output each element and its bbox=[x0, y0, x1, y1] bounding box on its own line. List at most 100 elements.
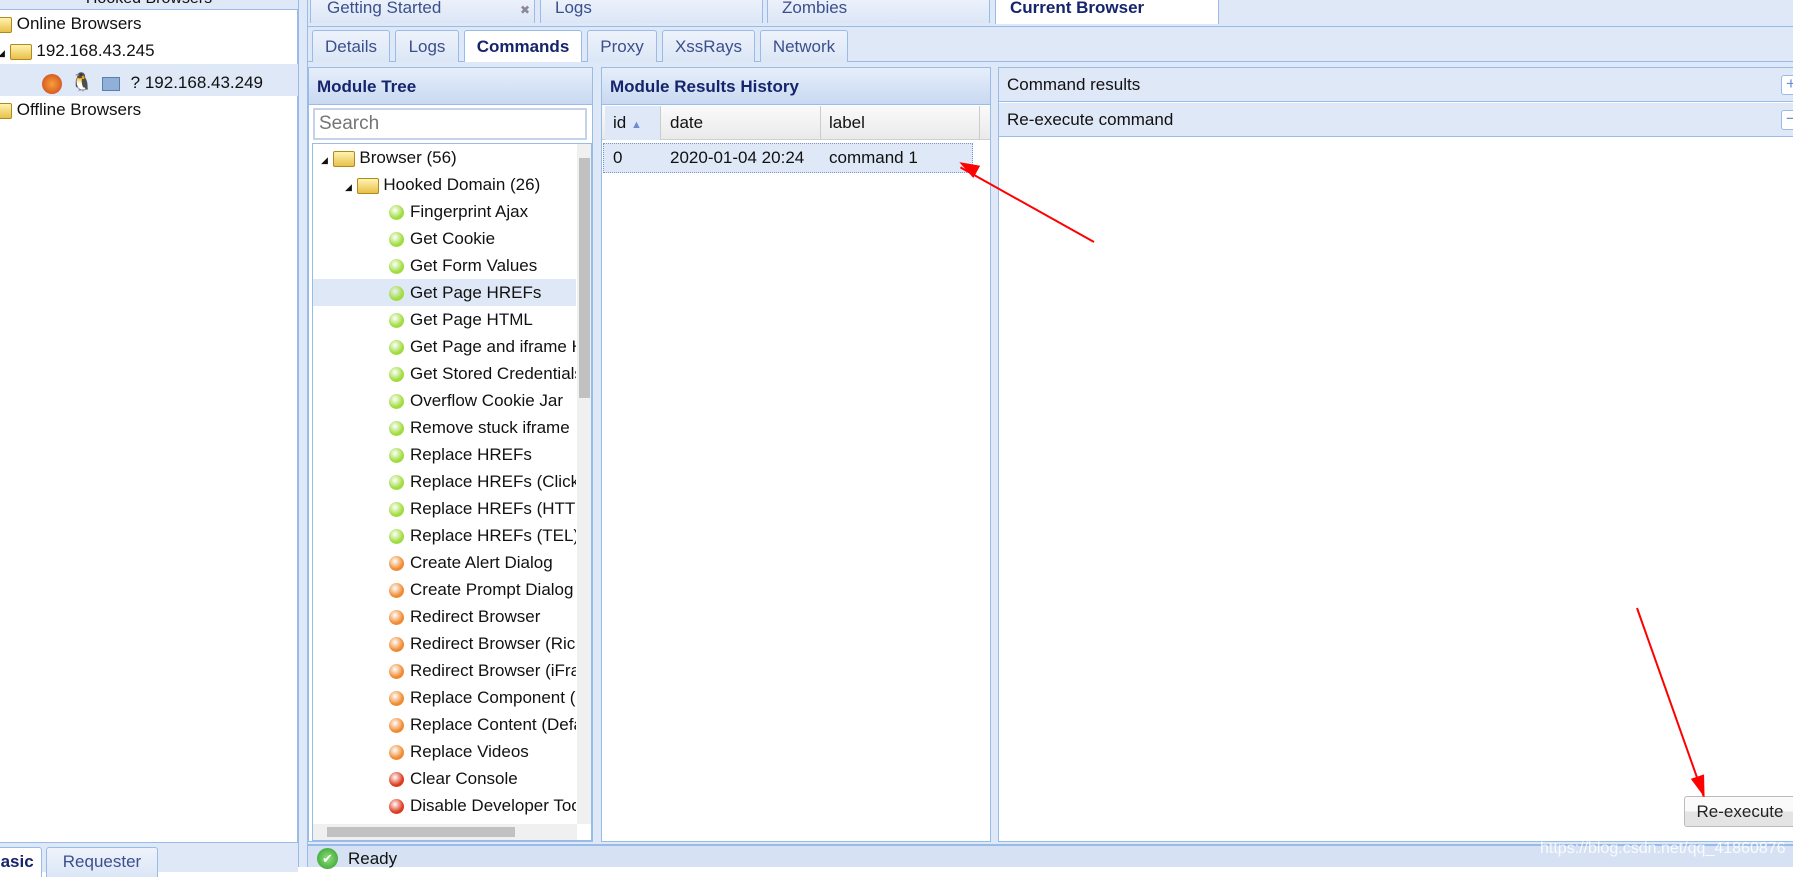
module-item[interactable]: Replace Videos bbox=[313, 738, 576, 765]
module-label: Redirect Browser bbox=[410, 607, 541, 626]
module-item[interactable]: Replace HREFs bbox=[313, 441, 576, 468]
close-icon[interactable]: ✖ bbox=[520, 0, 530, 21]
module-item[interactable]: Replace Component (Deface) bbox=[313, 684, 576, 711]
status-bar: ✔ Ready https://blog.csdn.net/qq_4186087… bbox=[308, 840, 1793, 869]
grid-header: id ▲ date label bbox=[602, 106, 990, 140]
module-item[interactable]: Replace HREFs (HTTPS) bbox=[313, 495, 576, 522]
tree-host-group[interactable]: ◢ 192.168.43.245 bbox=[0, 37, 298, 64]
status-green-icon bbox=[389, 313, 404, 329]
horizontal-scrollbar[interactable] bbox=[313, 824, 577, 840]
status-green-icon bbox=[389, 502, 404, 518]
tree-host[interactable]: 🐧 ? 192.168.43.249 bbox=[0, 64, 298, 96]
folder-icon bbox=[0, 102, 12, 119]
module-label: Get Form Values bbox=[410, 256, 538, 275]
tree-node-hooked-domain[interactable]: ◢ Hooked Domain (26) bbox=[313, 171, 576, 198]
module-item[interactable]: Get Cookie bbox=[313, 225, 576, 252]
status-green-icon bbox=[389, 340, 404, 356]
check-icon: ✔ bbox=[317, 848, 338, 869]
tab-xssrays[interactable]: XssRays bbox=[662, 30, 755, 62]
tree-online-browsers[interactable]: Online Browsers bbox=[0, 10, 298, 37]
label: Getting Started bbox=[327, 0, 442, 17]
module-item[interactable]: Clear Console bbox=[313, 765, 576, 792]
module-item[interactable]: Create Alert Dialog bbox=[313, 549, 576, 576]
expand-icon[interactable]: + bbox=[1781, 75, 1793, 95]
module-item[interactable]: Get Page HTML bbox=[313, 306, 576, 333]
status-green-icon bbox=[389, 529, 404, 545]
firefox-icon bbox=[42, 73, 62, 94]
module-item[interactable]: Create Prompt Dialog bbox=[313, 576, 576, 603]
label: Browser (56) bbox=[359, 148, 457, 167]
tab-logs[interactable]: Logs bbox=[540, 0, 763, 23]
module-item[interactable]: Get Page and iframe HTML bbox=[313, 333, 576, 360]
expand-icon[interactable]: ◢ bbox=[0, 48, 5, 58]
left-bottom-tabbar: Basic Requester bbox=[0, 842, 298, 877]
reexecute-button[interactable]: Re-execute bbox=[1684, 796, 1793, 827]
tab-proxy[interactable]: Proxy bbox=[587, 30, 657, 62]
module-label: Replace HREFs bbox=[410, 445, 532, 464]
label: Offline Browsers bbox=[16, 100, 142, 119]
folder-icon bbox=[9, 43, 32, 60]
module-label: Create Prompt Dialog bbox=[410, 580, 574, 599]
collapse-icon[interactable]: ◢ bbox=[345, 182, 352, 192]
results-history-panel: Module Results History id ▲ date label 0… bbox=[601, 67, 991, 842]
module-label: Replace HREFs (TEL) bbox=[410, 526, 576, 545]
column-label[interactable]: label bbox=[821, 106, 980, 140]
module-item[interactable]: Replace Content (Deface) bbox=[313, 711, 576, 738]
reexecute-header[interactable]: Re-execute command − bbox=[999, 103, 1793, 137]
module-item[interactable]: Replace HREFs (Click Events) bbox=[313, 468, 576, 495]
search-input[interactable] bbox=[313, 108, 587, 140]
module-tree-title: Module Tree bbox=[309, 68, 592, 105]
tab-current-browser[interactable]: Current Browser bbox=[995, 0, 1219, 24]
status-green-icon bbox=[389, 394, 404, 410]
table-row[interactable]: 0 2020-01-04 20:24 command 1 bbox=[603, 143, 973, 173]
module-item[interactable]: Replace HREFs (TEL) bbox=[313, 522, 576, 549]
cell-id: 0 bbox=[613, 148, 623, 167]
tab-logs-sub[interactable]: Logs bbox=[395, 30, 459, 62]
status-orange-icon bbox=[389, 556, 404, 572]
module-label: Get Page HTML bbox=[410, 310, 533, 329]
module-item[interactable]: Redirect Browser (iFrame) bbox=[313, 657, 576, 684]
folder-icon bbox=[356, 177, 379, 194]
module-label: Replace Videos bbox=[410, 742, 529, 761]
tab-commands[interactable]: Commands bbox=[464, 30, 582, 63]
cell-label: command 1 bbox=[829, 148, 918, 167]
sort-asc-icon: ▲ bbox=[630, 119, 642, 131]
module-item[interactable]: Overflow Cookie Jar bbox=[313, 387, 576, 414]
module-item[interactable]: Disable Developer Tools bbox=[313, 792, 576, 819]
status-green-icon bbox=[389, 232, 404, 248]
collapse-icon[interactable]: − bbox=[1781, 110, 1793, 130]
folder-icon bbox=[332, 150, 355, 167]
scroll-thumb[interactable] bbox=[579, 158, 590, 398]
vertical-scrollbar[interactable] bbox=[577, 144, 591, 824]
column-id[interactable]: id ▲ bbox=[605, 106, 661, 140]
status-orange-icon bbox=[389, 583, 404, 599]
module-item[interactable]: Get Form Values bbox=[313, 252, 576, 279]
tab-getting-started[interactable]: Getting Started ✖ bbox=[310, 0, 535, 23]
tab-basic[interactable]: Basic bbox=[0, 847, 42, 877]
collapse-icon[interactable]: ◢ bbox=[321, 155, 328, 165]
module-item[interactable]: Redirect Browser (Rickroll) bbox=[313, 630, 576, 657]
module-item[interactable]: Fingerprint Ajax bbox=[313, 198, 576, 225]
module-item[interactable]: Remove stuck iframe bbox=[313, 414, 576, 441]
tab-network[interactable]: Network bbox=[760, 30, 848, 62]
command-results-header[interactable]: Command results + bbox=[999, 68, 1793, 102]
label: Command results bbox=[1007, 75, 1141, 94]
scroll-thumb[interactable] bbox=[327, 827, 515, 837]
label: 192.168.43.245 bbox=[36, 41, 155, 60]
splitter[interactable] bbox=[298, 0, 308, 867]
status-green-icon bbox=[389, 475, 404, 491]
status-green-icon bbox=[389, 286, 404, 302]
status-green-icon bbox=[389, 205, 404, 221]
module-item[interactable]: Get Page HREFs bbox=[313, 279, 576, 306]
tab-details[interactable]: Details bbox=[312, 30, 390, 62]
tab-zombies[interactable]: Zombies bbox=[767, 0, 990, 23]
tab-requester[interactable]: Requester bbox=[46, 847, 158, 877]
module-item[interactable]: Redirect Browser bbox=[313, 603, 576, 630]
column-date[interactable]: date bbox=[662, 106, 821, 140]
module-label: Clear Console bbox=[410, 769, 518, 788]
label: Hooked Domain (26) bbox=[383, 175, 541, 194]
tree-node-browser[interactable]: ◢ Browser (56) bbox=[313, 144, 576, 171]
hooked-browsers-panel: Hooked Browsers Online Browsers ◢ 192.16… bbox=[0, 0, 298, 877]
tree-offline-browsers[interactable]: Offline Browsers bbox=[0, 96, 298, 123]
module-item[interactable]: Get Stored Credentials bbox=[313, 360, 576, 387]
